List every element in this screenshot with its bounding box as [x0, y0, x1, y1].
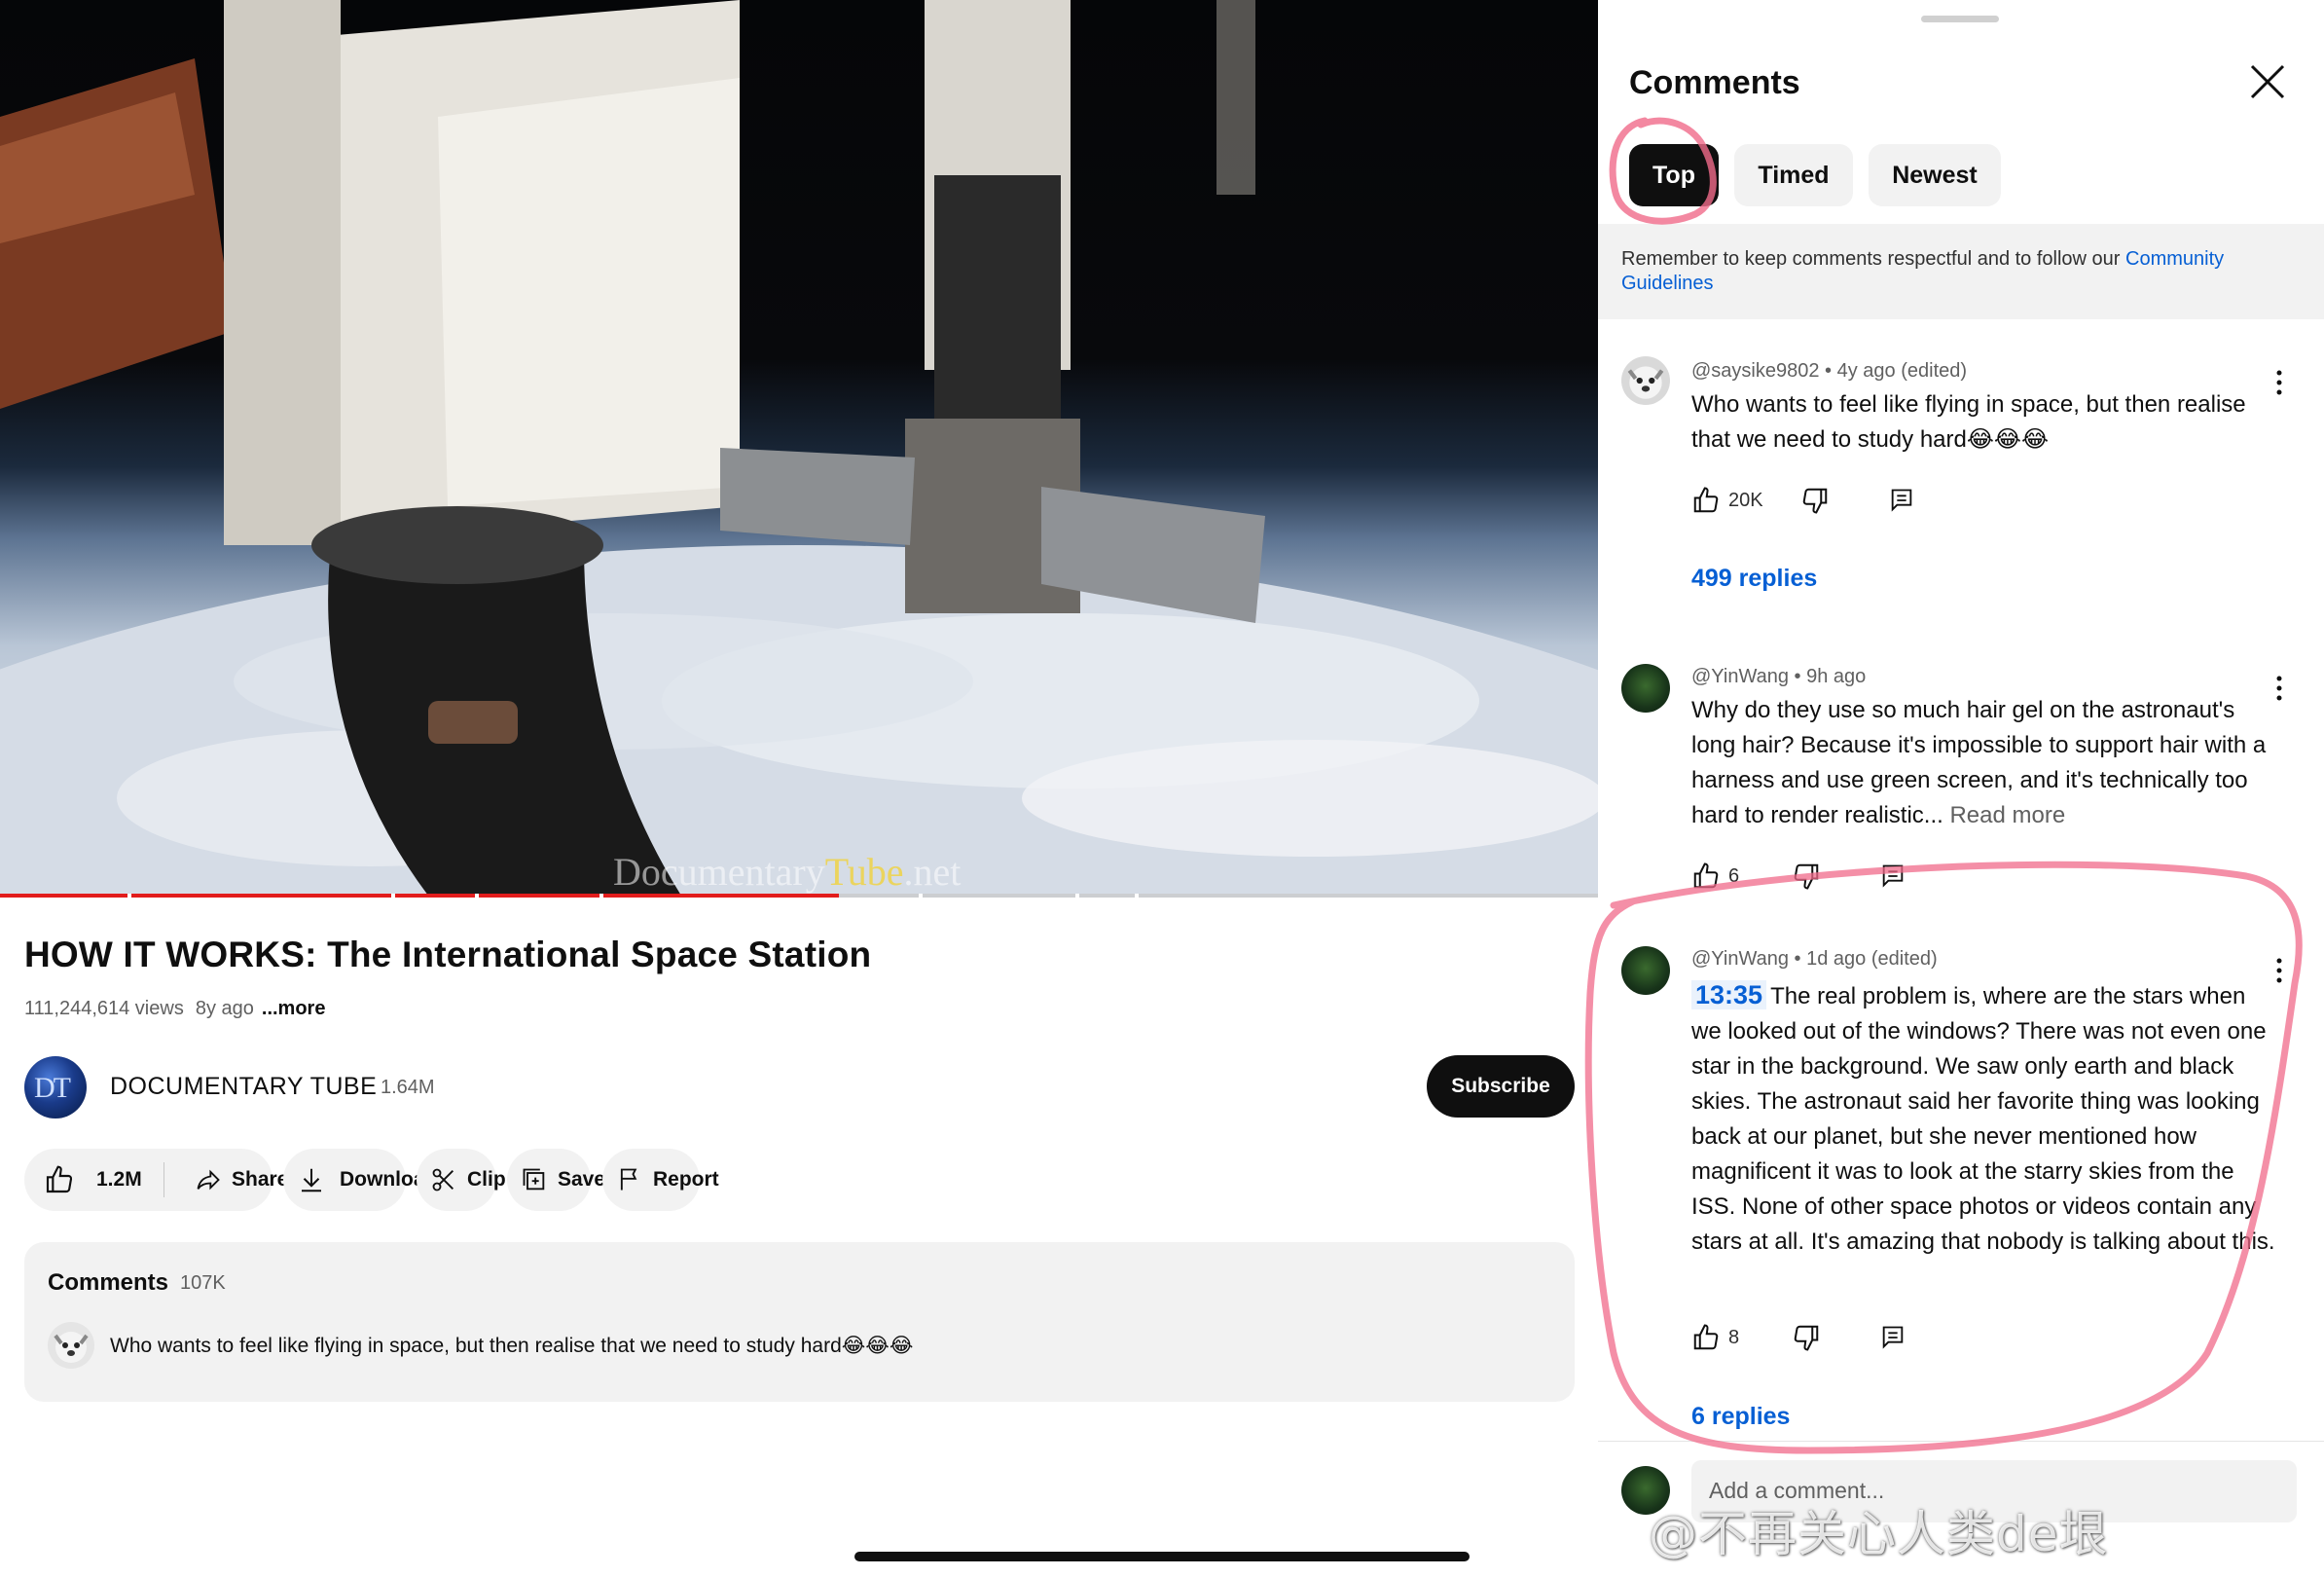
- avatar[interactable]: [1621, 664, 1670, 713]
- thumb-down-icon[interactable]: [1800, 486, 1830, 515]
- view-count: 111,244,614 views: [24, 998, 184, 1019]
- comment-meta: @saysike9802 • 4y ago (edited): [1691, 360, 1968, 382]
- like-button[interactable]: 1.2M: [44, 1164, 142, 1195]
- subscribe-button[interactable]: Subscribe: [1427, 1055, 1575, 1118]
- chapter-marker: [1134, 894, 1139, 898]
- drag-handle[interactable]: [1921, 16, 1999, 22]
- read-more-link[interactable]: Read more: [1949, 802, 2065, 828]
- highlight-circle-top: [1609, 117, 1717, 225]
- panel-title: Comments: [1629, 64, 1800, 101]
- share-label: Share: [232, 1168, 289, 1191]
- flag-icon: [620, 1168, 637, 1191]
- save-playlist-icon: [523, 1168, 545, 1191]
- overlay-watermark: @不再关心人类de垠: [1649, 1506, 2109, 1562]
- video-title: HOW IT WORKS: The International Space St…: [24, 935, 872, 974]
- comment-like-count: 20K: [1728, 489, 1763, 511]
- replies-link[interactable]: 499 replies: [1691, 565, 1817, 593]
- highlight-loop-comment: [1584, 861, 2303, 1454]
- save-label: Save: [558, 1168, 606, 1191]
- reply-icon[interactable]: [1888, 487, 1915, 514]
- comments-preview-card[interactable]: Comments 107K Who wants to feel like fly…: [24, 1242, 1575, 1402]
- chapter-marker: [474, 894, 479, 898]
- channel-avatar[interactable]: DT: [24, 1056, 87, 1119]
- video-player[interactable]: DocumentaryTube.net: [0, 0, 1598, 898]
- comment-meta: @YinWang • 9h ago: [1691, 666, 1867, 687]
- guideline-text: Remember to keep comments respectful and…: [1621, 248, 2126, 270]
- progress-bar[interactable]: [0, 894, 1598, 898]
- report-button[interactable]: Report: [602, 1149, 719, 1211]
- scissors-icon: [432, 1168, 454, 1192]
- like-divider: [163, 1162, 164, 1197]
- share-button[interactable]: Share: [181, 1149, 288, 1211]
- channel-name[interactable]: DOCUMENTARY TUBE: [110, 1073, 377, 1101]
- avatar[interactable]: [1621, 356, 1670, 405]
- chapter-marker: [599, 894, 603, 898]
- close-icon[interactable]: [2246, 60, 2289, 103]
- avatar: [48, 1322, 94, 1369]
- chapter-marker: [919, 894, 924, 898]
- comment-age: 9h ago: [1806, 666, 1867, 687]
- chip-newest[interactable]: Newest: [1869, 144, 2001, 206]
- download-icon: [302, 1168, 321, 1192]
- comment-text: Who wants to feel like flying in space, …: [1691, 391, 2246, 453]
- thumb-up-icon[interactable]: [1691, 486, 1721, 515]
- video-frame-iss: [0, 0, 1598, 898]
- comment-actions: 20K: [1691, 481, 1915, 520]
- chapter-marker: [127, 894, 132, 898]
- video-watermark: DocumentaryTube.net: [613, 850, 962, 894]
- like-count: 1.2M: [96, 1168, 142, 1191]
- comment-author[interactable]: @saysike9802: [1691, 360, 1819, 382]
- progress-fill: [0, 894, 840, 898]
- report-label: Report: [653, 1168, 719, 1191]
- chip-timed[interactable]: Timed: [1734, 144, 1853, 206]
- download-button[interactable]: Download: [283, 1149, 437, 1211]
- chapter-marker: [391, 894, 396, 898]
- share-icon: [197, 1169, 220, 1191]
- comments-preview-text: Who wants to feel like flying in space, …: [110, 1335, 914, 1357]
- more-link[interactable]: ...more: [262, 998, 326, 1019]
- video-meta: 111,244,614 views 8y ago ...more: [24, 998, 325, 1020]
- upload-age: 8y ago: [195, 998, 254, 1019]
- clip-label: Clip: [467, 1168, 506, 1191]
- community-guidelines-notice: Remember to keep comments respectful and…: [1598, 224, 2324, 319]
- comment-age: 4y ago (edited): [1836, 360, 1968, 382]
- comment-author[interactable]: @YinWang: [1691, 666, 1789, 687]
- comments-preview-count: 107K: [180, 1272, 226, 1294]
- chapter-marker: [1075, 894, 1080, 898]
- comments-preview-title: Comments: [48, 1269, 169, 1296]
- save-button[interactable]: Save: [507, 1149, 605, 1211]
- home-indicator[interactable]: [854, 1552, 1470, 1561]
- subscriber-count: 1.64M: [381, 1077, 435, 1098]
- comment-text: Why do they use so much hair gel on the …: [1691, 693, 2275, 833]
- clip-button[interactable]: Clip: [417, 1149, 506, 1211]
- thumb-up-icon: [46, 1165, 73, 1193]
